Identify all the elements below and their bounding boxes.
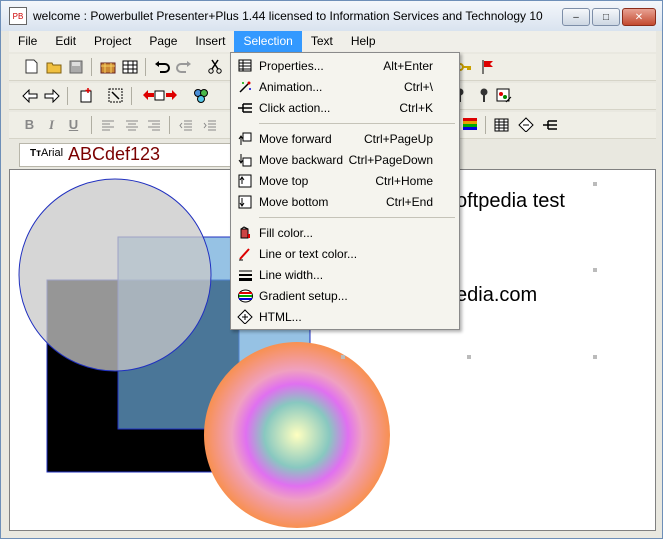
selection-handle[interactable] bbox=[341, 355, 345, 359]
arrow-left-icon[interactable] bbox=[21, 87, 38, 104]
move-top-icon bbox=[237, 173, 253, 189]
open-folder-icon[interactable] bbox=[45, 58, 62, 75]
selection-handle[interactable] bbox=[593, 182, 597, 186]
menu-project[interactable]: Project bbox=[85, 31, 140, 52]
pin-icon-2[interactable] bbox=[475, 87, 492, 104]
selection-dropdown-menu: Properties... Alt+Enter Animation... Ctr… bbox=[230, 52, 460, 330]
menu-file[interactable]: File bbox=[9, 31, 46, 52]
cut-icon[interactable] bbox=[206, 58, 223, 75]
minimize-button[interactable]: – bbox=[562, 8, 590, 26]
add-page-icon[interactable] bbox=[77, 87, 94, 104]
move-backward-icon bbox=[237, 152, 253, 168]
underline-icon[interactable]: U bbox=[65, 116, 82, 133]
menu-item-gradient-setup[interactable]: Gradient setup... bbox=[231, 285, 457, 306]
bold-icon[interactable]: B bbox=[21, 116, 38, 133]
menu-item-animation[interactable]: Animation... Ctrl+\ bbox=[231, 76, 457, 97]
move-pages-icon[interactable] bbox=[140, 87, 180, 104]
animation-icon bbox=[237, 79, 253, 95]
menu-item-fill-color[interactable]: Fill color... bbox=[231, 222, 457, 243]
action-tool-icon[interactable] bbox=[541, 116, 558, 133]
menu-bar: File Edit Project Page Insert Selection … bbox=[9, 31, 656, 52]
table-icon[interactable] bbox=[493, 116, 510, 133]
menu-item-move-forward[interactable]: Move forward Ctrl+PageUp bbox=[231, 128, 457, 149]
gradient-circle[interactable] bbox=[204, 342, 390, 528]
outdent-icon[interactable] bbox=[177, 116, 194, 133]
close-button[interactable]: ✕ bbox=[622, 8, 656, 26]
gradient-tool-icon[interactable] bbox=[461, 116, 478, 133]
package-icon[interactable] bbox=[99, 58, 116, 75]
menu-insert[interactable]: Insert bbox=[186, 31, 234, 52]
line-color-icon bbox=[237, 246, 253, 262]
app-icon[interactable]: PB bbox=[9, 7, 27, 25]
move-bottom-icon bbox=[237, 194, 253, 210]
redo-icon[interactable] bbox=[175, 58, 192, 75]
selection-handle[interactable] bbox=[593, 355, 597, 359]
save-icon[interactable] bbox=[67, 58, 84, 75]
menu-page[interactable]: Page bbox=[140, 31, 186, 52]
select-tool-icon[interactable] bbox=[107, 87, 124, 104]
italic-icon[interactable]: I bbox=[43, 116, 60, 133]
menu-selection[interactable]: Selection bbox=[234, 31, 302, 52]
group-icon[interactable] bbox=[192, 87, 209, 104]
menu-item-move-top[interactable]: Move top Ctrl+Home bbox=[231, 170, 457, 191]
new-file-icon[interactable] bbox=[23, 58, 40, 75]
menu-item-move-bottom[interactable]: Move bottom Ctrl+End bbox=[231, 191, 457, 212]
grid-icon[interactable] bbox=[121, 58, 138, 75]
arrow-right-icon[interactable] bbox=[43, 87, 60, 104]
line-width-icon bbox=[237, 267, 253, 283]
maximize-button[interactable]: □ bbox=[592, 8, 620, 26]
menu-item-click-action[interactable]: Click action... Ctrl+K bbox=[231, 97, 457, 118]
menu-text[interactable]: Text bbox=[302, 31, 342, 52]
menu-item-line-width[interactable]: Line width... bbox=[231, 264, 457, 285]
undo-icon[interactable] bbox=[153, 58, 170, 75]
app-window: PB welcome : Powerbullet Presenter+Plus … bbox=[0, 0, 663, 539]
menu-item-properties[interactable]: Properties... Alt+Enter bbox=[231, 55, 457, 76]
font-preview-box[interactable]: TтArial ABCdef123 bbox=[19, 143, 231, 167]
align-left-icon[interactable] bbox=[99, 116, 116, 133]
menu-help[interactable]: Help bbox=[342, 31, 385, 52]
font-sample-text: ABCdef123 bbox=[68, 144, 161, 164]
move-forward-icon bbox=[237, 131, 253, 147]
flag-icon[interactable] bbox=[479, 58, 496, 75]
indent-icon[interactable] bbox=[201, 116, 218, 133]
html-icon bbox=[237, 309, 253, 325]
font-name-label: TтArial bbox=[30, 147, 64, 159]
palette-icon[interactable] bbox=[495, 87, 512, 104]
click-action-icon bbox=[237, 100, 253, 116]
align-right-icon[interactable] bbox=[145, 116, 162, 133]
gradient-icon bbox=[237, 288, 253, 304]
truetype-icon: Tт bbox=[30, 148, 42, 159]
menu-item-line-color[interactable]: Line or text color... bbox=[231, 243, 457, 264]
gray-circle[interactable] bbox=[18, 178, 212, 372]
html-tool-icon[interactable] bbox=[517, 116, 534, 133]
fill-color-icon bbox=[237, 225, 253, 241]
align-center-icon[interactable] bbox=[123, 116, 140, 133]
window-title: welcome : Powerbullet Presenter+Plus 1.4… bbox=[33, 9, 543, 23]
menu-edit[interactable]: Edit bbox=[46, 31, 85, 52]
selection-handle[interactable] bbox=[467, 355, 471, 359]
slide-text-2[interactable]: edia.com bbox=[456, 284, 537, 307]
selection-handle[interactable] bbox=[593, 268, 597, 272]
menu-item-move-backward[interactable]: Move backward Ctrl+PageDown bbox=[231, 149, 457, 170]
menu-item-html[interactable]: HTML... bbox=[231, 306, 457, 327]
title-bar[interactable]: PB welcome : Powerbullet Presenter+Plus … bbox=[1, 1, 662, 31]
properties-icon bbox=[237, 58, 253, 74]
slide-text-1[interactable]: oftpedia test bbox=[456, 190, 565, 213]
